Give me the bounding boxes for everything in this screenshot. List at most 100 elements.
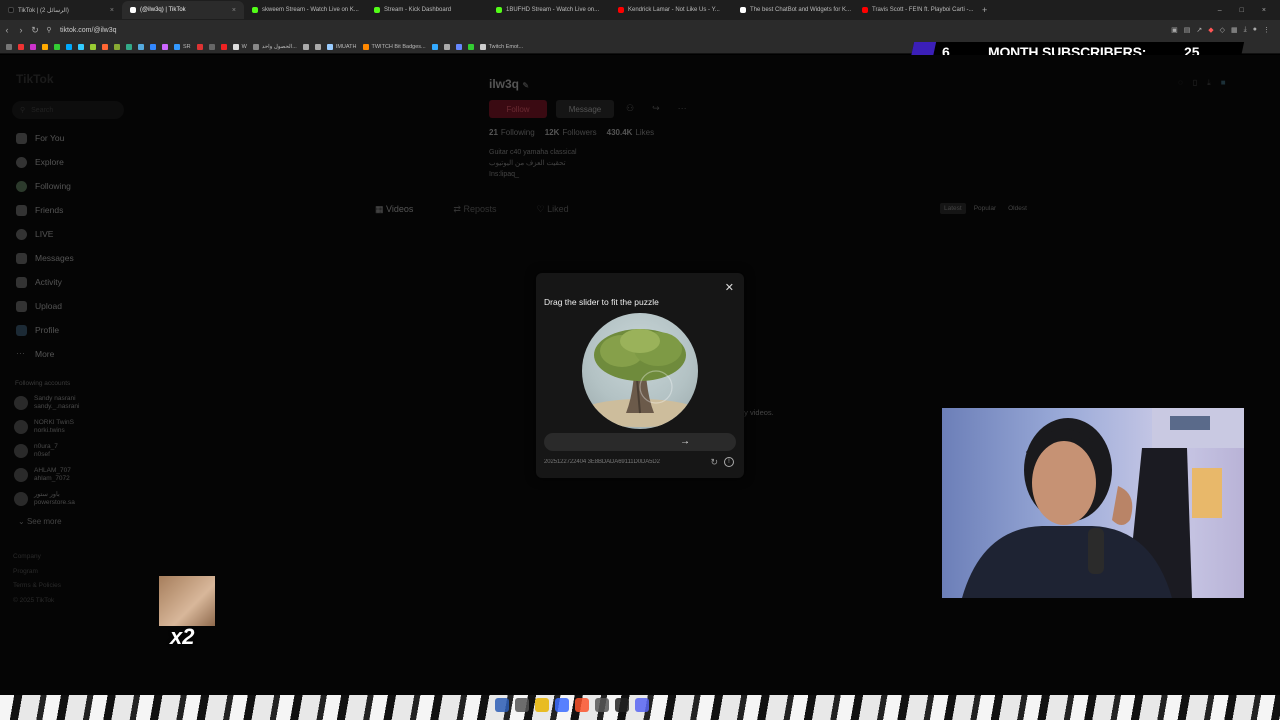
bookmark-item[interactable]: IMUATH <box>326 43 357 50</box>
reload-icon[interactable]: ↻ <box>28 25 42 36</box>
browser-tab[interactable]: TikTok | (الرسائل 2) × <box>0 1 122 19</box>
maximize-icon[interactable]: □ <box>1240 7 1244 14</box>
edit-icon[interactable]: ✎ <box>522 81 529 90</box>
nav-live[interactable]: LIVE <box>10 222 140 246</box>
bookmark-icon[interactable] <box>42 43 48 50</box>
nav-activity[interactable]: Activity <box>10 270 140 294</box>
bookmark-icon[interactable] <box>30 43 36 50</box>
coin-icon[interactable]: ◌ <box>1178 78 1183 88</box>
file-explorer-icon[interactable] <box>535 698 549 712</box>
nav-profile[interactable]: Profile <box>10 318 140 342</box>
message-button[interactable]: Message <box>556 100 614 118</box>
following-stat[interactable]: 21 Following <box>489 128 535 137</box>
bookmark-item[interactable]: SR <box>174 43 191 50</box>
bookmark-icon[interactable] <box>314 43 321 50</box>
bookmark-icon[interactable] <box>126 43 132 50</box>
sort-oldest[interactable]: Oldest <box>1004 203 1031 214</box>
close-tab-icon[interactable]: × <box>232 7 236 14</box>
extension-icon[interactable]: ▤ <box>1184 26 1191 34</box>
following-account-item[interactable]: باور ستور powerstore.sa <box>10 487 140 511</box>
forward-icon[interactable]: › <box>14 25 28 35</box>
bookmark-icon[interactable] <box>455 43 462 50</box>
bookmark-icon[interactable] <box>220 43 227 50</box>
obs-icon[interactable] <box>615 698 629 712</box>
url-field[interactable]: tiktok.com/@ilw3q <box>60 27 117 34</box>
back-icon[interactable]: ‹ <box>0 25 14 35</box>
follow-button[interactable]: Follow <box>489 100 547 118</box>
tab-liked[interactable]: ♡ Liked <box>536 204 568 215</box>
browser-tab[interactable]: Stream - Kick Dashboard <box>366 1 488 19</box>
bio-instagram-link[interactable]: Ins:lipaq_ <box>489 169 577 180</box>
extension-icon[interactable]: ▦ <box>1231 26 1238 34</box>
bookmark-icon[interactable] <box>196 43 203 50</box>
browser-tab[interactable]: Kendrick Lamar - Not Like Us - Y... <box>610 1 732 19</box>
bookmark-icon[interactable] <box>138 43 144 50</box>
bookmark-icon[interactable] <box>162 43 168 50</box>
app-icon[interactable] <box>555 698 569 712</box>
close-window-icon[interactable]: × <box>1262 7 1266 14</box>
nav-for-you[interactable]: For You <box>10 126 140 150</box>
tv-icon[interactable]: ▯ <box>1193 78 1197 88</box>
add-friend-icon[interactable]: ⚇ <box>626 103 634 114</box>
apps-icon[interactable] <box>6 43 12 50</box>
bookmark-icon[interactable] <box>302 43 309 50</box>
bookmark-icon[interactable] <box>102 43 108 50</box>
browser-tab[interactable]: Travis Scott - FE!N ft. Playboi Carti -.… <box>854 1 976 19</box>
puzzle-slider-track[interactable]: → <box>544 433 736 451</box>
extension-icon[interactable]: ▣ <box>1171 26 1178 34</box>
bookmark-icon[interactable] <box>150 43 156 50</box>
footer-link[interactable]: Terms & Policies <box>13 579 140 594</box>
brave-icon[interactable]: ◆ <box>1208 26 1213 34</box>
info-icon[interactable]: ! <box>724 457 734 467</box>
tab-videos[interactable]: ▦ Videos <box>375 204 413 215</box>
bookmark-item[interactable]: W <box>232 43 247 50</box>
profile-icon[interactable]: ● <box>1253 26 1257 34</box>
close-tab-icon[interactable]: × <box>110 7 114 14</box>
new-tab-icon[interactable]: + <box>982 5 987 15</box>
nav-more[interactable]: ··· More <box>10 342 140 366</box>
following-account-item[interactable]: Sandy nasrani sandy._.nasrani <box>10 391 140 415</box>
menu-icon[interactable]: ⋮ <box>1263 26 1270 34</box>
search-input[interactable]: ⚲ Search <box>12 101 124 119</box>
bookmark-item[interactable]: TWITCH Bit Badges... <box>362 43 426 50</box>
download-app-icon[interactable]: ⤓ <box>1207 78 1211 88</box>
slider-arrow-icon[interactable]: → <box>678 435 692 449</box>
footer-link[interactable]: Company <box>13 550 140 565</box>
following-account-item[interactable]: NORKI TwinS norki.twins <box>10 415 140 439</box>
browser-tab[interactable]: The best ChatBot and Widgets for K... <box>732 1 854 19</box>
close-icon[interactable]: ✕ <box>725 281 734 294</box>
share-icon[interactable]: ↪ <box>652 103 660 114</box>
tab-reposts[interactable]: ⇄ Reposts <box>453 204 496 215</box>
brave-browser-icon[interactable] <box>575 698 589 712</box>
following-account-item[interactable]: AHLAM_707 ahlam_7072 <box>10 463 140 487</box>
site-info-icon[interactable]: ⚲ <box>42 26 56 34</box>
minimize-icon[interactable]: – <box>1218 7 1222 14</box>
bookmark-icon[interactable] <box>467 43 474 50</box>
bookmark-item[interactable]: الحصول واحد... <box>252 43 297 50</box>
sort-latest[interactable]: Latest <box>940 203 966 214</box>
footer-link[interactable]: Program <box>13 565 140 580</box>
following-account-item[interactable]: n0ura_7 n0sef <box>10 439 140 463</box>
nav-messages[interactable]: Messages <box>10 246 140 270</box>
bookmark-icon[interactable] <box>66 43 72 50</box>
sort-popular[interactable]: Popular <box>970 203 1000 214</box>
bookmark-icon[interactable] <box>54 43 60 50</box>
windows-start-icon[interactable] <box>495 698 509 712</box>
bookmark-icon[interactable] <box>78 43 84 50</box>
bookmark-icon[interactable] <box>443 43 450 50</box>
nav-following[interactable]: Following <box>10 174 140 198</box>
browser-tab[interactable]: 1BUFHD Stream - Watch Live on... <box>488 1 610 19</box>
nav-explore[interactable]: Explore <box>10 150 140 174</box>
bookmark-item[interactable]: Twitch Emot... <box>479 43 523 50</box>
user-avatar-icon[interactable]: ■ <box>1221 78 1226 88</box>
browser-tab[interactable]: skweem Stream - Watch Live on K... <box>244 1 366 19</box>
extension-icon[interactable]: ◇ <box>1220 26 1225 34</box>
bookmark-icon[interactable] <box>208 43 215 50</box>
tiktok-logo[interactable]: TikTok <box>16 72 54 86</box>
browser-tab-active[interactable]: (@ilw3q) | TikTok × <box>122 1 244 19</box>
more-options-icon[interactable]: ··· <box>678 103 687 114</box>
nav-upload[interactable]: Upload <box>10 294 140 318</box>
see-more-link[interactable]: ⌄ See more <box>18 517 140 526</box>
share-icon[interactable]: ↗ <box>1196 26 1202 34</box>
refresh-icon[interactable]: ↻ <box>710 457 718 468</box>
